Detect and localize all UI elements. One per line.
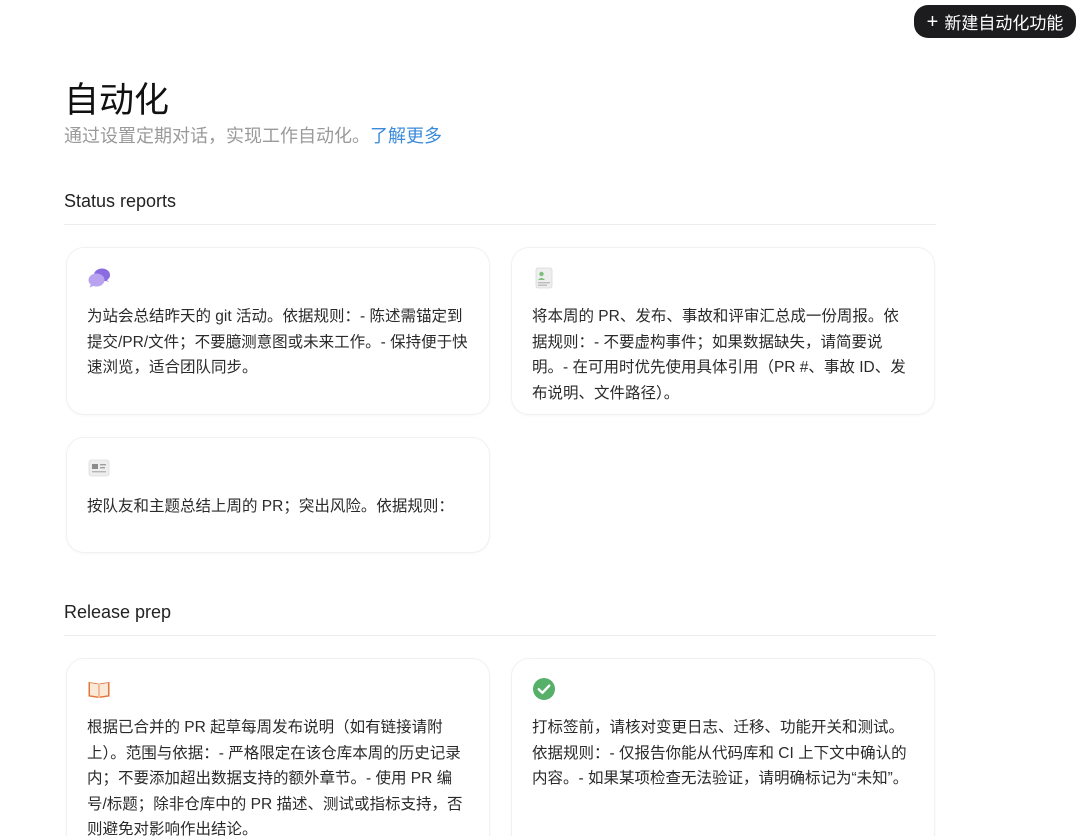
new-automation-label: 新建自动化功能 bbox=[944, 14, 1064, 33]
automation-card[interactable]: 根据已合并的 PR 起草每周发布说明（如有链接请附上）。范围与依据：- 严格限定… bbox=[66, 658, 490, 836]
automation-card[interactable]: 打标签前，请核对变更日志、迁移、功能开关和测试。依据规则：- 仅报告你能从代码库… bbox=[511, 658, 935, 836]
subtitle-text: 通过设置定期对话，实现工作自动化。 bbox=[64, 126, 370, 146]
newspaper-icon bbox=[88, 459, 110, 477]
card-description: 为站会总结昨天的 git 活动。依据规则：- 陈述需锚定到提交/PR/文件；不要… bbox=[87, 308, 468, 376]
card-description: 根据已合并的 PR 起草每周发布说明（如有链接请附上）。范围与依据：- 严格限定… bbox=[87, 719, 463, 836]
card-description: 按队友和主题总结上周的 PR；突出风险。依据规则： bbox=[87, 498, 454, 515]
section-title-release-prep: Release prep bbox=[64, 602, 936, 636]
learn-more-link[interactable]: 了解更多 bbox=[370, 126, 442, 146]
card-description: 打标签前，请核对变更日志、迁移、功能开关和测试。依据规则：- 仅报告你能从代码库… bbox=[532, 719, 909, 787]
automations-page: + 新建自动化功能 自动化 通过设置定期对话，实现工作自动化。了解更多 Stat… bbox=[0, 0, 1080, 836]
page-subtitle: 通过设置定期对话，实现工作自动化。了解更多 bbox=[64, 122, 442, 148]
section-title-status-reports: Status reports bbox=[64, 191, 936, 225]
automation-card[interactable]: 按队友和主题总结上周的 PR；突出风险。依据规则： bbox=[66, 437, 490, 553]
open-book-icon bbox=[88, 682, 110, 698]
chat-bubbles-icon bbox=[88, 268, 110, 288]
plus-icon: + bbox=[926, 10, 939, 33]
new-automation-button[interactable]: + 新建自动化功能 bbox=[914, 5, 1076, 38]
report-document-icon bbox=[535, 267, 553, 289]
automation-card[interactable]: 将本周的 PR、发布、事故和评审汇总成一份周报。依据规则：- 不要虚构事件；如果… bbox=[511, 247, 935, 415]
card-description: 将本周的 PR、发布、事故和评审汇总成一份周报。依据规则：- 不要虚构事件；如果… bbox=[532, 308, 906, 402]
automation-card[interactable]: 为站会总结昨天的 git 活动。依据规则：- 陈述需锚定到提交/PR/文件；不要… bbox=[66, 247, 490, 415]
page-title: 自动化 bbox=[64, 81, 170, 120]
check-circle-icon bbox=[533, 678, 555, 700]
